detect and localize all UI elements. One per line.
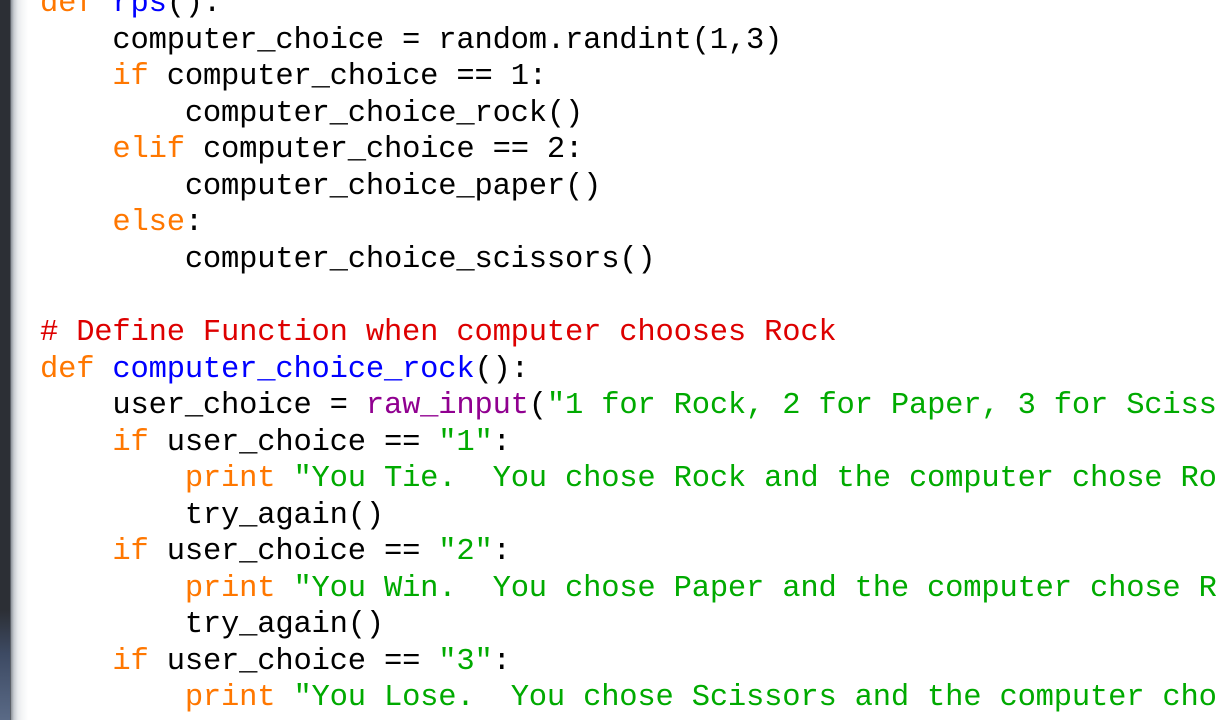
keyword-token: if <box>112 535 149 570</box>
keyword-token: print <box>184 681 276 716</box>
keyword-token: elif <box>112 133 185 168</box>
code-token: computer_choice == 2: <box>184 133 584 168</box>
code-token: computer_choice_rock() <box>40 96 584 131</box>
string-token: "You Win. You chose Paper and the comput… <box>293 571 1216 606</box>
code-editor[interactable]: def rps(): computer_choice = random.rand… <box>0 0 1216 720</box>
comment-token: # Define Function when computer chooses … <box>40 315 837 350</box>
code-line[interactable]: computer_choice_scissors() <box>40 242 656 278</box>
code-line[interactable]: elif computer_choice == 2: <box>40 132 583 168</box>
code-line[interactable]: else: <box>40 205 203 241</box>
code-line[interactable]: def rps(): <box>40 0 221 22</box>
string-token: "2" <box>438 535 493 570</box>
code-token: user_choice = <box>40 389 366 424</box>
code-token: computer_choice_scissors() <box>40 242 656 277</box>
code-token: : <box>492 425 511 460</box>
function-name-token: rps <box>112 0 167 21</box>
builtin-token: raw_input <box>365 389 529 424</box>
code-line[interactable]: computer_choice_paper() <box>40 169 602 205</box>
code-line[interactable]: print "You Win. You chose Paper and the … <box>40 571 1216 607</box>
string-token: "3" <box>438 644 493 679</box>
keyword-token: if <box>112 425 149 460</box>
code-token: (): <box>166 0 222 21</box>
code-line[interactable]: print "You Tie. You chose Rock and the c… <box>40 461 1216 497</box>
code-token: ( <box>528 389 547 424</box>
string-token: "1 for Rock, 2 for Paper, 3 for Sciss <box>546 389 1216 424</box>
code-line[interactable]: if user_choice == "1": <box>40 425 511 461</box>
code-token: computer_choice_paper() <box>40 169 602 204</box>
code-line[interactable]: def computer_choice_rock(): <box>40 352 529 388</box>
code-token: (): <box>474 352 529 387</box>
code-line[interactable]: if computer_choice == 1: <box>40 59 547 95</box>
code-token: : <box>492 644 511 679</box>
string-token: "You Lose. You chose Scissors and the co… <box>293 681 1216 716</box>
string-token: "1" <box>438 425 493 460</box>
keyword-token: if <box>112 644 149 679</box>
keyword-token: def <box>40 0 95 21</box>
code-token: try_again() <box>40 608 384 643</box>
code-token: computer_choice == 1: <box>148 60 547 95</box>
comment-line[interactable]: # Define Function when computer chooses … <box>40 315 837 351</box>
string-token: "You Tie. You chose Rock and the compute… <box>293 462 1216 497</box>
code-line[interactable]: if user_choice == "3": <box>40 644 511 680</box>
code-line[interactable]: print "You Lose. You chose Scissors and … <box>40 680 1216 716</box>
code-token: user_choice == <box>148 425 439 460</box>
code-line[interactable]: try_again() <box>40 607 384 643</box>
keyword-token: print <box>184 571 276 606</box>
code-line[interactable]: computer_choice = random.randint(1,3) <box>40 23 782 59</box>
keyword-token: else <box>112 206 185 241</box>
code-line[interactable]: user_choice = raw_input("1 for Rock, 2 f… <box>40 388 1216 424</box>
code-token: user_choice == <box>148 535 439 570</box>
code-token: : <box>492 535 511 570</box>
code-line[interactable]: computer_choice_rock() <box>40 96 583 132</box>
code-line[interactable]: if user_choice == "2": <box>40 534 511 570</box>
code-line[interactable]: try_again() <box>40 498 384 534</box>
function-name-token: computer_choice_rock <box>112 352 475 387</box>
code-token: computer_choice = random.randint(1,3) <box>40 23 783 58</box>
code-token: user_choice == <box>148 644 439 679</box>
keyword-token: print <box>184 462 276 497</box>
code-token: try_again() <box>40 498 384 533</box>
code-token: : <box>184 206 203 241</box>
keyword-token: def <box>40 352 95 387</box>
keyword-token: if <box>112 60 149 95</box>
